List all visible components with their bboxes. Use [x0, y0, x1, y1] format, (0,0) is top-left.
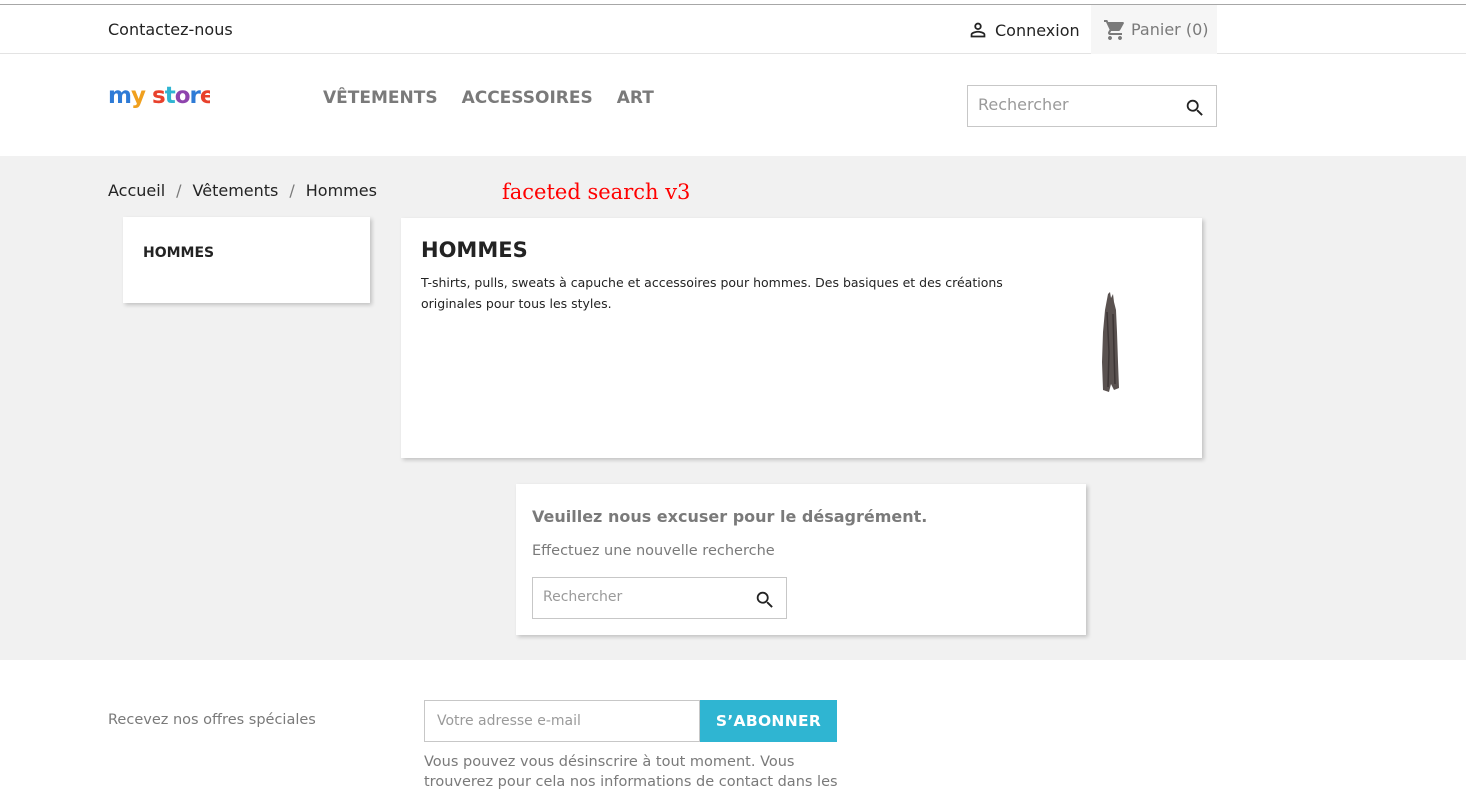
- menu-item-vetements[interactable]: VÊTEMENTS: [323, 88, 438, 108]
- breadcrumb-vetements[interactable]: Vêtements: [193, 181, 279, 200]
- no-results-subtitle: Effectuez une nouvelle recherche: [532, 543, 775, 559]
- no-results-search-box: [532, 577, 787, 619]
- sidebar-category-block: HOMMES: [123, 217, 370, 303]
- menu-item-art[interactable]: ART: [617, 88, 654, 108]
- category-description: T-shirts, pulls, sweats à capuche et acc…: [421, 275, 1003, 311]
- subscribe-button[interactable]: S’ABONNER: [700, 700, 837, 742]
- annotation-text: faceted search v3: [502, 180, 691, 204]
- store-logo[interactable]: my store: [108, 81, 216, 121]
- breadcrumb-separator: /: [176, 181, 182, 200]
- newsletter-email-input[interactable]: [437, 713, 687, 729]
- header-search-box: [967, 85, 1217, 127]
- unsubscribe-note: Vous pouvez vous désinscrire à tout mome…: [424, 754, 838, 790]
- search-icon[interactable]: [1184, 97, 1206, 119]
- cart-label: Panier (0): [1131, 20, 1209, 39]
- breadcrumb-separator: /: [289, 181, 295, 200]
- breadcrumb-accueil[interactable]: Accueil: [108, 181, 165, 200]
- svg-text:my store: my store: [108, 83, 210, 109]
- no-results-title: Veuillez nous excuser pour le désagrémen…: [532, 507, 928, 526]
- user-icon: [970, 22, 986, 38]
- header: my store VÊTEMENTS ACCESSOIRES ART: [0, 55, 1466, 156]
- header-search-input[interactable]: [978, 95, 1178, 114]
- menu-item-accessoires[interactable]: ACCESSOIRES: [462, 88, 593, 108]
- login-label: Connexion: [995, 20, 1080, 40]
- footer: Recevez nos offres spéciales S’ABONNER V…: [0, 660, 1466, 794]
- no-results-search-input[interactable]: [543, 589, 743, 605]
- newsletter-label: Recevez nos offres spéciales: [108, 712, 316, 728]
- contact-link[interactable]: Contactez-nous: [108, 20, 233, 39]
- breadcrumb: Accueil / Vêtements / Hommes: [108, 181, 377, 200]
- login-link[interactable]: Connexion: [967, 18, 1080, 42]
- shopping-cart-icon: [1104, 19, 1124, 40]
- newsletter-email-box: [424, 700, 700, 742]
- logo-text: my store: [108, 83, 216, 109]
- category-title: HOMMES: [421, 238, 528, 262]
- breadcrumb-hommes[interactable]: Hommes: [306, 181, 377, 200]
- category-image: [1102, 292, 1119, 392]
- top-nav: Contactez-nous Connexion Panier (0): [0, 5, 1466, 54]
- no-results-block: Veuillez nous excuser pour le désagrémen…: [516, 484, 1086, 635]
- main-menu: VÊTEMENTS ACCESSOIRES ART: [323, 88, 654, 108]
- sidebar-category-title[interactable]: HOMMES: [143, 245, 214, 261]
- search-icon[interactable]: [754, 589, 776, 611]
- cart-button[interactable]: Panier (0): [1091, 5, 1217, 54]
- main-content: Accueil / Vêtements / Hommes faceted sea…: [0, 156, 1466, 660]
- category-header-block: HOMMES T-shirts, pulls, sweats à capuche…: [401, 218, 1202, 458]
